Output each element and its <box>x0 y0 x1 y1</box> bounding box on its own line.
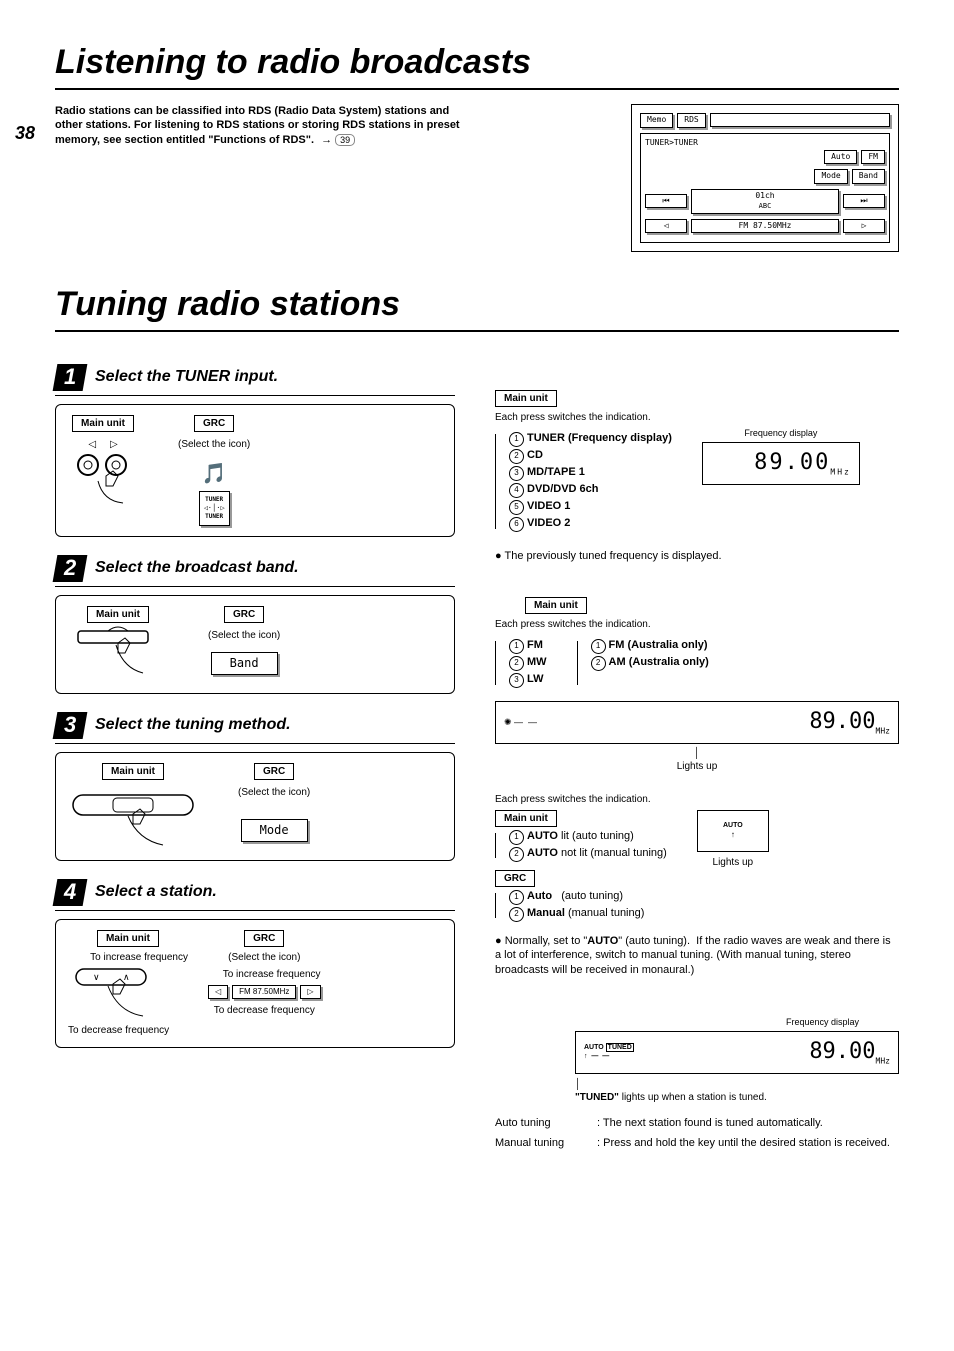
screen-memo-btn: Memo <box>640 113 673 127</box>
step-4-num: 4 <box>53 879 88 906</box>
svg-text:∧: ∧ <box>123 972 130 982</box>
updown-hand-icon: ∨ ∧ <box>68 964 188 1024</box>
mode-button-hand-icon <box>68 780 198 850</box>
lights-up-caption: Lights up <box>677 761 718 772</box>
auto-tuning-desc: : The next station found is tuned automa… <box>597 1116 823 1130</box>
next-icon: ▷ <box>300 985 320 999</box>
mode-button-icon: Mode <box>241 819 308 843</box>
freq-btn: FM 87.50MHz <box>232 985 296 999</box>
manual-tuning-desc: : Press and hold the key until the desir… <box>597 1136 890 1150</box>
main-unit-label: Main unit <box>72 415 134 432</box>
knob-hand-icon <box>68 451 138 506</box>
select-icon-caption: (Select the icon) <box>238 786 310 799</box>
freq-display-label: Frequency display <box>495 1017 859 1029</box>
screen-freq: FM 87.50MHz <box>691 219 839 233</box>
screen-fm-btn: FM <box>861 150 885 164</box>
main-unit-label: Main unit <box>525 597 587 614</box>
grc-label: GRC <box>495 870 535 887</box>
select-icon-caption: (Select the icon) <box>208 951 321 964</box>
inc-freq-label: To increase frequency <box>208 968 321 981</box>
step-3-num: 3 <box>53 712 88 739</box>
tuner-screen-illustration: Memo RDS TUNER>TUNER Auto FM Mode Band ⏮… <box>631 104 899 252</box>
main-unit-label: Main unit <box>495 810 557 827</box>
input-cycle-list: 1TUNER (Frequency display) 2CD 3MD/TAPE … <box>495 430 672 533</box>
screen-band-btn: Band <box>852 169 885 183</box>
band-list-1: 1FM 2MW 3LW <box>495 637 547 689</box>
screen-mode-btn: Mode <box>814 169 847 183</box>
step-1-num: 1 <box>53 364 88 391</box>
dec-freq-label: To decrease frequency <box>208 1004 321 1017</box>
auto-tuned-indicator: AUTO TUNED↑ — — <box>584 1043 634 1061</box>
ref-page: 39 <box>335 134 355 146</box>
auto-tuning-label: Auto tuning <box>495 1116 585 1130</box>
grc-mode-list: 1Auto (auto tuning) 2Manual (manual tuni… <box>495 889 667 922</box>
band-button-icon: Band <box>211 652 278 676</box>
main-unit-label: Main unit <box>87 606 149 623</box>
freq-display: 89.00MHz <box>809 1038 890 1067</box>
step-2-title: Select the broadcast band. <box>95 558 299 579</box>
step-2-num: 2 <box>53 555 88 582</box>
step-4-title: Select a station. <box>95 882 217 903</box>
select-icon-caption: (Select the icon) <box>178 438 250 451</box>
press-switches-caption: Each press switches the indication. <box>495 618 899 631</box>
svg-text:∨: ∨ <box>93 972 100 982</box>
prev-freq-note: The previously tuned frequency is displa… <box>495 549 899 563</box>
auto-mode-list: 1AUTO lit (auto tuning) 2AUTO not lit (m… <box>495 829 667 862</box>
sub-title: Tuning radio stations <box>55 282 899 332</box>
band-list-2: 1FM (Australia only) 2AM (Australia only… <box>577 637 709 689</box>
band-button-hand-icon <box>68 623 168 683</box>
lights-up-caption: Lights up <box>697 856 769 869</box>
grc-label: GRC <box>254 763 294 780</box>
page-number: 38 <box>15 122 35 145</box>
tuner-mini-icon: TUNER ◁·│·▷ TUNER <box>199 491 230 526</box>
grc-label: GRC <box>224 606 264 623</box>
next-icon: ▷ <box>843 219 885 233</box>
main-unit-label: Main unit <box>97 930 159 947</box>
next-track-icon: ⏭ <box>843 194 885 208</box>
press-switches-caption: Each press switches the indication. <box>495 411 899 424</box>
stereo-indicator-icon: ✺ — — <box>504 717 537 729</box>
freq-display-label: Frequency display <box>702 428 860 440</box>
auto-indicator: AUTO <box>708 821 758 830</box>
prev-track-icon: ⏮ <box>645 194 687 208</box>
prev-icon: ◁ <box>208 985 228 999</box>
auto-mode-note: Normally, set to "AUTO" (auto tuning). I… <box>495 935 891 976</box>
intro-text: Radio stations can be classified into RD… <box>55 105 460 146</box>
prev-icon: ◁ <box>645 219 687 233</box>
select-icon-caption: (Select the icon) <box>208 629 280 642</box>
step-1-title: Select the TUNER input. <box>95 367 278 388</box>
main-unit-label: Main unit <box>495 390 557 407</box>
screen-blank-btn <box>710 113 890 127</box>
screen-rds-btn: RDS <box>677 113 705 127</box>
freq-display: 89.00MHz <box>809 708 890 737</box>
step-3-title: Select the tuning method. <box>95 715 291 736</box>
grc-label: GRC <box>194 415 234 432</box>
grc-label: GRC <box>244 930 284 947</box>
main-unit-label: Main unit <box>102 763 164 780</box>
tuned-caption: "TUNED" lights up when a station is tune… <box>575 1092 767 1103</box>
manual-tuning-label: Manual tuning <box>495 1136 585 1150</box>
freq-display: 89.00MHz <box>702 442 860 485</box>
screen-channel: 01chABC <box>691 189 839 214</box>
press-switches-caption: Each press switches the indication. <box>495 793 899 806</box>
screen-breadcrumb: TUNER>TUNER <box>645 138 885 148</box>
page-main-title: Listening to radio broadcasts <box>55 40 899 90</box>
dec-freq-label: To decrease frequency <box>68 1024 188 1037</box>
screen-auto-btn: Auto <box>824 150 857 164</box>
inc-freq-label: To increase frequency <box>68 951 188 964</box>
music-note-icon: 🎵 <box>178 461 250 487</box>
